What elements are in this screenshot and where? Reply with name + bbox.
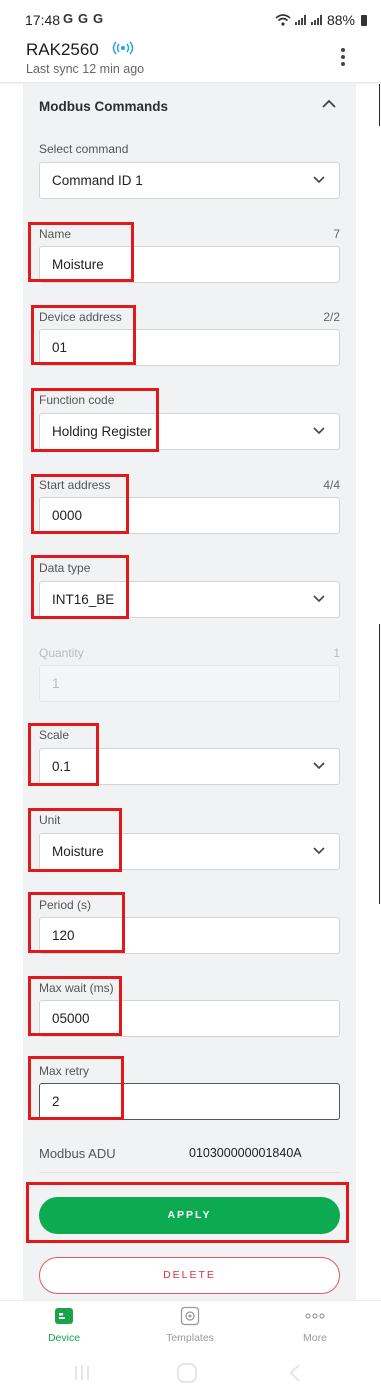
modbus-adu-label: Modbus ADU bbox=[39, 1146, 116, 1161]
highlight-start-address bbox=[31, 474, 129, 534]
divider bbox=[39, 1172, 340, 1173]
last-sync: Last sync 12 min ago bbox=[26, 62, 145, 76]
wifi-icon bbox=[275, 14, 291, 26]
home-icon[interactable] bbox=[176, 1363, 198, 1383]
bottom-nav: Device Templates More bbox=[0, 1300, 381, 1355]
signal-icon bbox=[294, 15, 307, 25]
quantity-counter: 1 bbox=[333, 646, 340, 660]
system-nav-bar bbox=[0, 1355, 381, 1393]
quantity-value: 1 bbox=[52, 676, 60, 691]
highlight-max-retry bbox=[28, 1056, 124, 1120]
select-command-dropdown[interactable]: Command ID 1 bbox=[39, 162, 340, 199]
edge-line bbox=[379, 84, 380, 126]
chevron-down-icon bbox=[313, 176, 325, 184]
more-horiz-icon bbox=[305, 1313, 325, 1319]
device-icon bbox=[55, 1308, 73, 1324]
app-header: RAK2560 Last sync 12 min ago bbox=[0, 40, 381, 82]
google-g-icon: G bbox=[78, 11, 89, 26]
modbus-adu-value: 010300000001840A bbox=[189, 1146, 302, 1160]
nav-templates[interactable]: Templates bbox=[145, 1301, 235, 1356]
quantity-input: 1 bbox=[39, 665, 340, 702]
name-char-counter: 7 bbox=[333, 227, 340, 241]
select-command-label: Select command bbox=[39, 142, 129, 156]
highlight-scale bbox=[28, 723, 99, 786]
nav-device[interactable]: Device bbox=[19, 1301, 109, 1356]
templates-icon bbox=[180, 1306, 200, 1326]
status-time: 17:48 bbox=[25, 12, 61, 28]
highlight-apply bbox=[26, 1182, 349, 1243]
highlight-function-code bbox=[31, 388, 159, 452]
select-command-value: Command ID 1 bbox=[52, 173, 143, 188]
chevron-down-icon bbox=[313, 427, 325, 435]
back-icon[interactable] bbox=[287, 1363, 303, 1383]
nav-device-label: Device bbox=[47, 1332, 81, 1344]
google-g-icon: G bbox=[93, 11, 104, 26]
nav-templates-label: Templates bbox=[166, 1332, 214, 1344]
broadcast-icon bbox=[112, 41, 134, 55]
highlight-period bbox=[28, 892, 125, 953]
battery-percent: 88% bbox=[326, 12, 355, 28]
status-bar: 17:48 G G G 88% bbox=[0, 0, 381, 40]
status-indicators: 88% bbox=[275, 12, 367, 28]
chevron-down-icon bbox=[313, 595, 325, 603]
start-address-counter: 4/4 bbox=[323, 478, 340, 492]
signal-icon bbox=[310, 15, 323, 25]
highlight-data-type bbox=[31, 555, 129, 619]
highlight-device-address bbox=[31, 305, 136, 365]
google-g-icon: G bbox=[63, 11, 74, 26]
chevron-down-icon bbox=[313, 762, 325, 770]
highlight-max-wait bbox=[28, 976, 122, 1036]
highlight-unit bbox=[28, 808, 122, 872]
nav-more[interactable]: More bbox=[270, 1301, 360, 1356]
battery-icon bbox=[361, 14, 367, 26]
section-title: Modbus Commands bbox=[39, 99, 169, 114]
device-name: RAK2560 bbox=[26, 40, 99, 59]
edge-line bbox=[379, 624, 380, 904]
more-options-icon[interactable] bbox=[337, 46, 349, 68]
highlight-name bbox=[28, 222, 134, 282]
recent-apps-icon[interactable] bbox=[72, 1363, 92, 1383]
quantity-label: Quantity bbox=[39, 646, 84, 660]
nav-more-label: More bbox=[303, 1332, 327, 1344]
device-address-counter: 2/2 bbox=[323, 310, 340, 324]
chevron-up-icon[interactable] bbox=[322, 99, 336, 109]
delete-button[interactable]: DELETE bbox=[39, 1257, 340, 1294]
chevron-down-icon bbox=[313, 847, 325, 855]
